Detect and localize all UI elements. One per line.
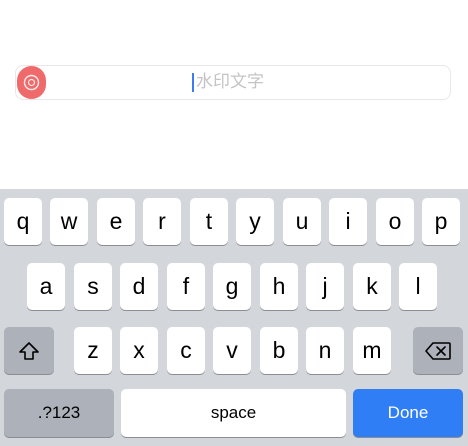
key-j[interactable]: j (306, 263, 344, 310)
key-l[interactable]: l (399, 263, 437, 310)
shift-icon (19, 341, 39, 360)
key-c[interactable]: c (167, 327, 205, 374)
key-p[interactable]: p (422, 198, 460, 245)
watermark-icon[interactable] (17, 66, 46, 99)
on-screen-keyboard: q w e r t y u i o p a s d f g h j k l z … (0, 189, 468, 446)
key-g[interactable]: g (213, 263, 251, 310)
key-v[interactable]: v (213, 327, 251, 374)
key-e[interactable]: e (97, 198, 135, 245)
key-d[interactable]: d (120, 263, 158, 310)
done-key[interactable]: Done (353, 389, 463, 437)
shift-key[interactable] (4, 327, 54, 374)
key-a[interactable]: a (27, 263, 65, 310)
key-y[interactable]: y (236, 198, 274, 245)
key-b[interactable]: b (260, 327, 298, 374)
watermark-text-input[interactable]: 水印文字 (15, 65, 451, 100)
key-i[interactable]: i (329, 198, 367, 245)
key-x[interactable]: x (120, 327, 158, 374)
numbers-key[interactable]: .?123 (4, 389, 114, 437)
delete-key[interactable] (413, 327, 463, 374)
text-caret (192, 73, 194, 92)
key-r[interactable]: r (143, 198, 181, 245)
key-u[interactable]: u (283, 198, 321, 245)
key-k[interactable]: k (353, 263, 391, 310)
key-z[interactable]: z (74, 327, 112, 374)
input-placeholder: 水印文字 (196, 72, 264, 92)
key-t[interactable]: t (190, 198, 228, 245)
content-area: 水印文字 (0, 0, 468, 189)
key-q[interactable]: q (4, 198, 42, 245)
backspace-icon (425, 341, 451, 360)
space-key[interactable]: space (121, 389, 346, 437)
key-n[interactable]: n (306, 327, 344, 374)
key-m[interactable]: m (353, 327, 391, 374)
key-h[interactable]: h (260, 263, 298, 310)
key-f[interactable]: f (167, 263, 205, 310)
key-o[interactable]: o (376, 198, 414, 245)
key-w[interactable]: w (50, 198, 88, 245)
key-s[interactable]: s (74, 263, 112, 310)
